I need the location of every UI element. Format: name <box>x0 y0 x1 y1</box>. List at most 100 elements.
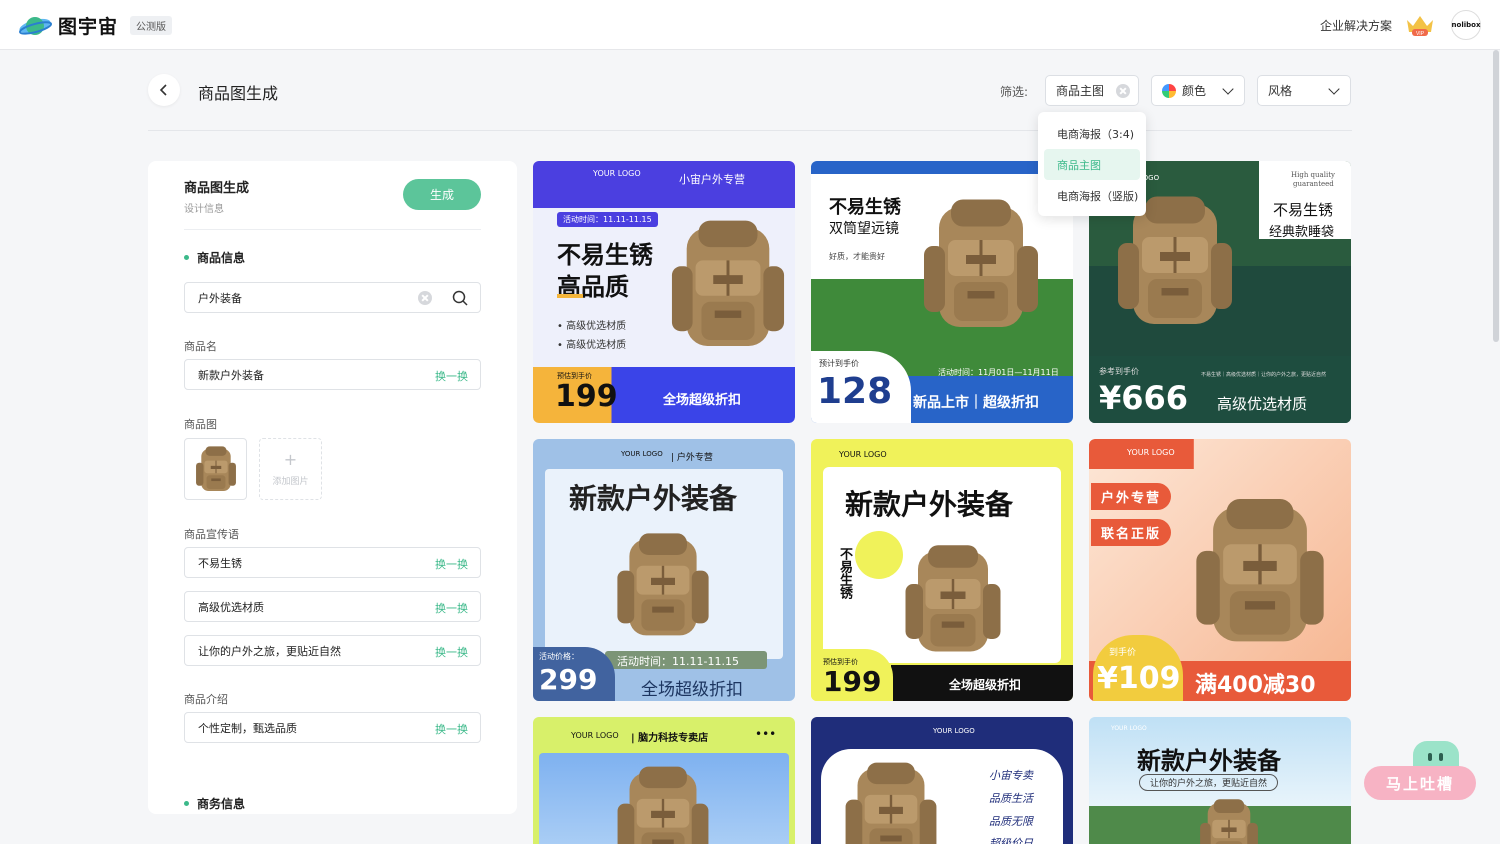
price: 299 <box>539 663 598 696</box>
result-card-8[interactable]: YOUR LOGO 小宙专卖 品质生活 品质无限 超级价日 <box>811 717 1073 844</box>
back-button[interactable] <box>148 74 180 106</box>
clear-icon[interactable] <box>418 291 432 305</box>
search-icon[interactable] <box>452 290 468 306</box>
slogan-line-3: 品质无限 <box>989 815 1033 828</box>
panel-divider <box>184 229 481 230</box>
product-name-input[interactable]: 新款户外装备 换一换 <box>184 359 481 390</box>
vip-crown-icon[interactable]: VIP <box>1404 12 1436 38</box>
result-card-6[interactable]: YOUR LOGO 户外专营 联名正版 到手价 ¥109 满400减30 <box>1089 439 1351 701</box>
accent-bar <box>557 294 583 298</box>
top-bar: 图宇宙 公测版 企业解决方案 VIP nolibox <box>0 0 1500 50</box>
color-select-value: 颜色 <box>1182 84 1207 98</box>
headline: 新款户外装备 <box>845 488 1014 521</box>
logo-text: YOUR LOGO <box>933 727 975 735</box>
user-avatar[interactable]: nolibox <box>1451 10 1481 40</box>
cta-text: 全场超级折扣 <box>663 393 742 408</box>
planet-logo-icon <box>19 16 52 35</box>
result-card-2[interactable]: YOUR LOGO 不易生锈 双筒望远镜 好质，才能贵好 预计到手价 128 活… <box>811 161 1073 423</box>
product-name-label: 商品名 <box>184 340 217 353</box>
slogan-line-1: 小宙专卖 <box>989 769 1033 782</box>
event-date: 活动时间：11月01日—11月11日 <box>938 368 1059 377</box>
bullet-1: • 高级优选材质 <box>557 321 627 332</box>
chevron-down-icon <box>1328 83 1340 95</box>
backpack-image <box>195 445 236 492</box>
headline-2: 经典款睡袋 <box>1269 225 1335 240</box>
slogan-value: 让你的户外之旅，更贴近自然 <box>198 644 341 658</box>
backpack-image <box>616 532 710 637</box>
type-dropdown-menu: 电商海报（3:4) 商品主图 电商海报（竖版) <box>1038 112 1146 216</box>
search-value: 户外装备 <box>198 291 242 305</box>
style-select[interactable]: 风格 <box>1257 75 1351 106</box>
header-divider <box>148 130 1352 131</box>
slogan-value: 高级优选材质 <box>198 600 264 614</box>
style-select-value: 风格 <box>1268 84 1293 98</box>
price: 199 <box>555 379 618 414</box>
swap-button[interactable]: 换一换 <box>435 644 468 660</box>
slogan-input-2[interactable]: 高级优选材质 换一换 <box>184 591 481 622</box>
feedback-button[interactable]: 马上吐槽 <box>1364 766 1476 800</box>
backpack-image <box>616 765 710 844</box>
slogan-input-3[interactable]: 让你的户外之旅，更贴近自然 换一换 <box>184 635 481 666</box>
page-scrollbar[interactable] <box>1493 50 1499 342</box>
add-image-button[interactable]: + 添加图片 <box>259 438 322 500</box>
dropdown-item-poster-vertical[interactable]: 电商海报（竖版) <box>1044 180 1140 211</box>
swap-button[interactable]: 换一换 <box>435 721 468 737</box>
panel-subtitle: 设计信息 <box>184 204 224 215</box>
panel-title: 商品图生成 <box>184 181 250 196</box>
price: ¥109 <box>1097 661 1181 696</box>
store-name: | 户外专营 <box>671 453 713 463</box>
result-card-7[interactable]: YOUR LOGO | 脑力科技专卖店 ••• <box>533 717 795 844</box>
slogan-value: 不易生锈 <box>198 556 242 570</box>
slogan-input-1[interactable]: 不易生锈 换一换 <box>184 547 481 578</box>
cta-text: 新品上市｜超级折扣 <box>913 395 1039 411</box>
headline-1: 不易生锈 <box>829 197 901 218</box>
logo-text: YOUR LOGO <box>839 450 887 459</box>
event-date: 活动时间：11.11-11.15 <box>617 655 739 668</box>
beta-badge: 公测版 <box>130 16 173 35</box>
result-card-1[interactable]: YOUR LOGO 小宙户外专营 活动时间：11.11-11.15 不易生锈 高… <box>533 161 795 423</box>
swap-button[interactable]: 换一换 <box>435 368 468 384</box>
swap-button[interactable]: 换一换 <box>435 600 468 616</box>
backpack-image <box>904 544 1002 653</box>
tag-2: 联名正版 <box>1091 519 1172 546</box>
logo-text: YOUR LOGO <box>571 731 619 740</box>
avatar-text: nolibox <box>1451 21 1481 29</box>
color-select[interactable]: 颜色 <box>1151 75 1245 106</box>
swap-button[interactable]: 换一换 <box>435 556 468 572</box>
result-card-9[interactable]: YOUR LOGO 新款户外装备 让你的户外之旅，更贴近自然 <box>1089 717 1351 844</box>
logo-text: YOUR LOGO <box>621 450 663 458</box>
generate-button[interactable]: 生成 <box>403 179 481 210</box>
type-select[interactable]: 商品主图 <box>1045 75 1139 106</box>
backpack-image <box>922 198 1040 329</box>
cta-text: 全场超级折扣 <box>641 680 743 700</box>
clear-icon[interactable] <box>1116 84 1130 98</box>
page-title: 商品图生成 <box>198 84 279 103</box>
more-dots-icon[interactable]: ••• <box>755 727 776 741</box>
product-image-thumbnail[interactable] <box>184 438 247 500</box>
category-search-input[interactable]: 户外装备 <box>184 282 481 313</box>
result-card-5[interactable]: YOUR LOGO 新款户外装备 不易生锈 全场超级折扣 预估到手价 199 <box>811 439 1073 701</box>
price: 199 <box>823 665 882 698</box>
slogan-line-2: 品质生活 <box>989 792 1033 805</box>
section-product-info: 商品信息 <box>184 249 245 266</box>
price: 128 <box>817 371 893 412</box>
brand-name: 图宇宙 <box>58 16 119 38</box>
result-card-4[interactable]: YOUR LOGO | 户外专营 新款户外装备 活动时间：11.11-11.15… <box>533 439 795 701</box>
logo-text: YOUR LOGO <box>1111 725 1147 732</box>
logo-text: YOUR LOGO <box>935 174 977 182</box>
enterprise-solutions-link[interactable]: 企业解决方案 <box>1320 17 1392 34</box>
price: ¥666 <box>1099 379 1189 417</box>
cta-text: 全场超级折扣 <box>949 678 1022 692</box>
dropdown-item-poster-3-4[interactable]: 电商海报（3:4) <box>1044 118 1140 149</box>
add-image-label: 添加图片 <box>272 476 309 487</box>
chevron-down-icon <box>1222 83 1234 95</box>
price-tag: 参考到手价 <box>1099 367 1139 376</box>
price-tag: 到手价 <box>1109 648 1137 658</box>
dropdown-item-main-image[interactable]: 商品主图 <box>1044 149 1140 180</box>
product-intro-input[interactable]: 个性定制，甄选品质 换一换 <box>184 712 481 743</box>
headline: 新款户外装备 <box>569 482 738 515</box>
subtitle: 好质，才能贵好 <box>829 252 885 261</box>
intro-value: 个性定制，甄选品质 <box>198 721 297 735</box>
filter-label: 筛选: <box>1000 85 1029 99</box>
brand-logo[interactable]: 图宇宙 公测版 <box>18 12 173 39</box>
